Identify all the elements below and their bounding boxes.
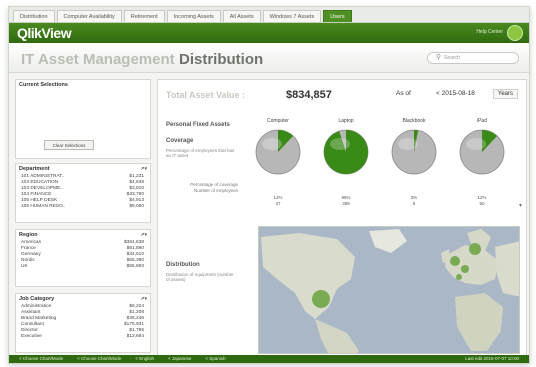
tab-all-assets[interactable]: All Assets [222,10,261,22]
pie-count: 8 [412,201,416,206]
distribution-note: Distribution of equipment (number of ass… [166,272,234,282]
status-item[interactable]: < Choose Chart/Mode [19,355,63,363]
pie-label: Laptop [338,118,354,124]
coverage-note: Percentage of employees that has an IT a… [166,148,235,158]
distribution-map[interactable] [258,226,520,354]
pie-chart [459,129,505,175]
help-link[interactable]: Help Center [476,29,503,35]
listbox-menu-icon[interactable]: ↗▾ [140,232,147,238]
sheet-tab-bar: Distribution Computer Availability Retir… [9,7,529,23]
listbox-menu-icon[interactable]: ↗▾ [140,296,147,302]
personal-fixed-assets-title: Personal Fixed Assets [166,122,230,128]
job-category-title: Job Category [19,296,55,302]
pie-laptop[interactable]: Laptop 95% 389 [316,118,376,207]
job-category-listbox: Job Category ↗▾ Administration $6,224 Ass… [15,293,151,353]
sheet-title-bar: IT Asset Management Distribution Search … [9,43,529,73]
tab-users[interactable]: Users [323,10,352,22]
status-item[interactable]: < English [135,355,154,363]
pie-chart [323,129,369,175]
pie-label: Computer [267,118,289,124]
distribution-title: Distribution [166,262,200,268]
total-asset-value: $834,857 [286,89,332,101]
pie-computer[interactable]: Computer 12% 37 [248,118,308,207]
pie-chart [255,129,301,175]
pie-ipad[interactable]: iPad 12% 50 [452,118,512,207]
app-window: Distribution Computer Availability Retir… [8,6,530,364]
brand-bar: QlikView Help Center [9,23,529,43]
pie-label: iPad [476,118,487,124]
list-item[interactable]: UK $55,693 [16,264,150,270]
region-listbox: Region ↗▾ Americas $381,638 France $61,890… [15,229,151,287]
region-title: Region [19,232,38,238]
pie-highlight [398,138,418,150]
pie-blackbook[interactable]: Blackbook 3% 8 [384,118,444,207]
employee-count-label: Number of employees [193,188,238,193]
listbox-menu-icon[interactable]: ↗▾ [140,166,147,172]
pie-count: 37 [275,201,281,206]
search-icon: ⚲ [435,54,441,61]
pie-highlight [330,138,350,150]
chevron-down-icon[interactable]: ▾ [519,202,522,209]
department-title: Department [19,166,50,172]
pie-highlight [466,138,486,150]
pie-highlight [262,138,282,150]
department-listbox: Department ↗▾ 101 ADMINISTRAT.. $1,231 10… [15,163,151,223]
status-item[interactable]: < Choose Chart/Mode [77,355,121,363]
asof-date[interactable]: < 2015-08-18 [436,90,475,97]
asof-label: As of [396,90,411,97]
pie-label: Blackbook [402,118,426,124]
stat-labels: Percentage of coverage Number of employe… [168,182,238,194]
coverage-title: Coverage [166,138,194,144]
world-map [259,227,519,353]
status-item[interactable]: < Spanish [205,355,225,363]
status-bar: < Choose Chart/Mode < Choose Chart/Mode … [9,355,529,363]
list-item[interactable]: 106 HUMAN RESO.. $9,050 [16,204,150,210]
brand-badge-icon [507,25,523,41]
tab-retirement[interactable]: Retirement [123,10,165,22]
main-panel: Total Asset Value : $834,857 As of < 201… [157,79,527,359]
pie-slice-covered [324,130,368,174]
current-selections-panel: Current Selections Clear Selections [15,79,151,159]
tab-computer-availability[interactable]: Computer Availability [56,10,122,22]
page-title-prefix: IT Asset Management [21,51,175,68]
pie-count: 50 [479,201,485,206]
tab-distribution[interactable]: Distribution [13,10,55,22]
total-asset-value-label: Total Asset Value : [166,90,246,100]
years-button[interactable]: Years [492,89,518,99]
qlikview-logo: QlikView [17,25,72,41]
status-item[interactable]: < Japanese [168,355,191,363]
sidebar: Current Selections Clear Selections Depa… [15,79,151,359]
last-edit-status: Last edit 2015-07-07 10:00 [465,356,519,361]
list-item[interactable]: Executive $12,684 [16,334,150,340]
tab-incoming-assets[interactable]: Incoming Assets [166,10,221,22]
clear-selections-button[interactable]: Clear Selections [44,140,94,150]
tab-windows7-assets[interactable]: Windows 7 Assets [262,10,322,22]
page-title: Distribution [179,51,264,68]
pie-chart [391,129,437,175]
current-selections-title: Current Selections [19,82,68,88]
pie-count: 389 [342,201,350,206]
